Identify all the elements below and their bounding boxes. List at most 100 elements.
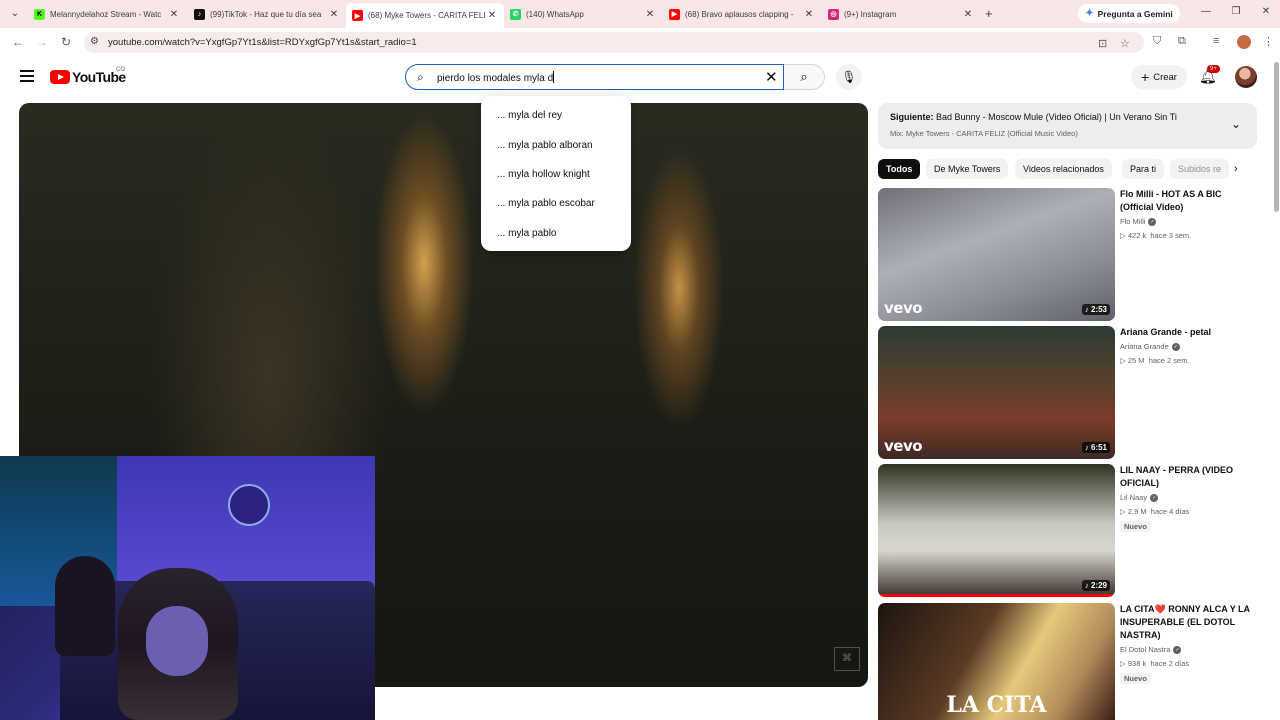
bookmark-star-icon[interactable]: ☆ — [1120, 37, 1130, 50]
instagram-favicon-icon: ◎ — [828, 8, 839, 20]
install-app-icon[interactable]: ⊡ — [1098, 37, 1107, 50]
chip-para-ti[interactable]: Para ti — [1122, 159, 1165, 179]
browser-tab[interactable]: ♪ (99)TikTok - Haz que tu día sea ✕ — [188, 4, 346, 24]
suggestion-item[interactable]: ... myla hollow knight — [481, 160, 631, 189]
chips-next-arrow-icon[interactable]: › — [1234, 163, 1238, 175]
channel-line: Lil Naay ✓ — [1120, 493, 1257, 502]
minimize-icon[interactable]: — — [1199, 6, 1213, 17]
extensions-puzzle-icon[interactable]: ⧉ — [1178, 35, 1186, 48]
browser-tab[interactable]: ✆ (140) WhatsApp ✕ — [504, 4, 662, 24]
video-title[interactable]: Ariana Grande - petal — [1120, 326, 1257, 339]
youtube-header: YouTube CO ⌕ pierdo los modales myla d ✕… — [0, 56, 1280, 100]
browser-tab-strip: ⌄ K Melannydelahoz Stream - Watc ✕ ♪ (99… — [0, 0, 1280, 28]
shield-extension-icon[interactable]: ⛉ — [1153, 35, 1161, 48]
video-stats: ▷ 938 k hace 2 días — [1120, 659, 1190, 668]
browser-tab[interactable]: K Melannydelahoz Stream - Watc ✕ — [28, 4, 186, 24]
chip-subidos-recientemente[interactable]: Subidos re — [1170, 159, 1230, 179]
close-tab-icon[interactable]: ✕ — [328, 9, 340, 20]
tab-search-menu[interactable]: ⌄ — [6, 6, 24, 22]
browser-menu-icon[interactable]: ⋮ — [1263, 35, 1274, 48]
related-video[interactable]: vevo ♪ 6:51 Ariana Grande - petal Ariana… — [878, 326, 1257, 460]
close-tab-icon[interactable]: ✕ — [486, 10, 498, 21]
up-next-line: Siguiente: Bad Bunny - Moscow Mule (Vide… — [890, 112, 1177, 122]
search-query-text[interactable]: pierdo los modales myla d — [437, 71, 555, 84]
suggestion-item[interactable]: ... myla pablo escobar — [481, 189, 631, 218]
forward-arrow-icon[interactable]: → — [34, 35, 50, 49]
video-stats: ▷ 2.9 M hace 4 días — [1120, 507, 1190, 516]
browser-tab[interactable]: ◎ (9+) Instagram ✕ — [822, 4, 980, 24]
chip-videos-relacionados[interactable]: Videos relacionados — [1015, 159, 1112, 179]
country-code: CO — [116, 67, 125, 73]
video-meta: LIL NAAY - PERRA (VIDEO OFICIAL) Lil Naa… — [1120, 464, 1257, 534]
browser-profile-avatar[interactable] — [1237, 35, 1251, 49]
search-input[interactable]: ⌕ pierdo los modales myla d ✕ — [405, 64, 784, 90]
video-thumbnail[interactable]: LA CITA — [878, 603, 1115, 720]
suggestion-item[interactable]: ... myla pablo alboran — [481, 130, 631, 159]
video-thumbnail[interactable]: vevo ♪ 6:51 — [878, 326, 1115, 459]
tab-title: (68) Bravo aplausos clapping - — [685, 9, 794, 19]
restore-icon[interactable]: ❐ — [1229, 6, 1243, 17]
account-avatar[interactable] — [1235, 66, 1257, 88]
channel-name[interactable]: Flo Milli — [1120, 217, 1145, 226]
search-icon: ⌕ — [800, 69, 808, 84]
chip-todos[interactable]: Todos — [878, 159, 921, 179]
related-video[interactable]: ♪ 2:29 LIL NAAY - PERRA (VIDEO OFICIAL) … — [878, 464, 1257, 598]
close-tab-icon[interactable]: ✕ — [644, 9, 656, 20]
hamburger-menu-icon[interactable] — [20, 70, 34, 82]
video-meta: LA CITA❤️ RONNY ALCA Y LA INSUPERABLE (E… — [1120, 603, 1257, 686]
video-title[interactable]: Flo Milli - HOT AS A BIC (Official Video… — [1120, 188, 1257, 214]
playlist-panel[interactable]: Siguiente: Bad Bunny - Moscow Mule (Vide… — [878, 103, 1257, 149]
media-controls-icon[interactable]: ≡ — [1213, 35, 1219, 47]
related-video[interactable]: LA CITA LA CITA❤️ RONNY ALCA Y LA INSUPE… — [878, 603, 1257, 720]
search-button[interactable]: ⌕ — [784, 64, 825, 90]
webcam-streamer-face — [146, 606, 208, 676]
close-tab-icon[interactable]: ✕ — [803, 9, 815, 20]
video-thumbnail[interactable]: vevo ♪ 2:53 — [878, 188, 1115, 321]
vevo-logo: vevo — [884, 299, 923, 317]
voice-search-button[interactable]: 🎙︎ — [836, 64, 862, 90]
tab-title: (9+) Instagram — [844, 9, 897, 19]
channel-line: El Dotol Nastra ✓ — [1120, 645, 1257, 654]
suggestion-item[interactable]: ... myla del rey — [481, 101, 631, 130]
address-bar[interactable]: ⚙ youtube.com/watch?v=YxgfGp7Yt1s&list=R… — [84, 32, 1144, 53]
clear-search-icon[interactable]: ✕ — [765, 68, 778, 86]
expand-playlist-chevron-icon[interactable]: ⌄ — [1231, 117, 1241, 131]
search-suggestions-dropdown: ... myla del rey ... myla pablo alboran … — [481, 96, 631, 251]
suggestion-item[interactable]: ... myla pablo — [481, 219, 631, 248]
video-thumbnail[interactable]: ♪ 2:29 — [878, 464, 1115, 597]
mix-title: Mix: Myke Towers - CARITA FELIZ (Officia… — [890, 129, 1078, 138]
youtube-logo[interactable]: YouTube — [50, 69, 126, 85]
video-title[interactable]: LIL NAAY - PERRA (VIDEO OFICIAL) — [1120, 464, 1257, 490]
webcam-wall-logo — [228, 484, 270, 526]
youtube-favicon-icon: ▶ — [352, 10, 363, 21]
video-title[interactable]: LA CITA❤️ RONNY ALCA Y LA INSUPERABLE (E… — [1120, 603, 1257, 642]
reload-icon[interactable]: ↻ — [58, 35, 74, 49]
site-settings-icon[interactable]: ⚙ — [90, 36, 99, 47]
close-tab-icon[interactable]: ✕ — [168, 9, 180, 20]
new-tab-button[interactable]: + — [985, 6, 993, 21]
related-video[interactable]: vevo ♪ 2:53 Flo Milli - HOT AS A BIC (Of… — [878, 188, 1257, 322]
address-url[interactable]: youtube.com/watch?v=YxgfGp7Yt1s&list=RDY… — [108, 37, 417, 48]
close-window-icon[interactable]: ✕ — [1259, 6, 1273, 17]
vevo-logo: vevo — [884, 437, 923, 455]
up-next-title[interactable]: Bad Bunny - Moscow Mule (Video Oficial) … — [936, 112, 1177, 122]
video-stats: ▷ 422 k hace 3 sem. — [1120, 231, 1192, 240]
notification-count-badge: 9+ — [1207, 65, 1220, 73]
channel-name[interactable]: Ariana Grande — [1120, 342, 1169, 351]
channel-name[interactable]: El Dotol Nastra — [1120, 645, 1170, 654]
channel-name[interactable]: Lil Naay — [1120, 493, 1147, 502]
up-next-label: Siguiente: — [890, 112, 934, 122]
verified-check-icon: ✓ — [1173, 645, 1182, 654]
browser-tab-active[interactable]: ▶ (68) Myke Towers - CARITA FELI ✕ — [346, 3, 504, 28]
browser-tab[interactable]: ▶ (68) Bravo aplausos clapping - ✕ — [663, 4, 821, 24]
ask-gemini-label: Pregunta a Gemini — [1097, 8, 1173, 19]
tiktok-favicon-icon: ♪ — [194, 8, 205, 20]
ask-gemini-button[interactable]: ✦ Pregunta a Gemini — [1078, 4, 1180, 23]
verified-check-icon: ✓ — [1148, 217, 1157, 226]
close-tab-icon[interactable]: ✕ — [962, 9, 974, 20]
back-arrow-icon[interactable]: ← — [10, 35, 26, 49]
chip-de-myke-towers[interactable]: De Myke Towers — [926, 159, 1009, 179]
page-scrollbar[interactable] — [1274, 62, 1279, 212]
channel-watermark-icon[interactable]: ⌘ — [834, 647, 860, 671]
create-button[interactable]: + Crear — [1131, 65, 1187, 89]
